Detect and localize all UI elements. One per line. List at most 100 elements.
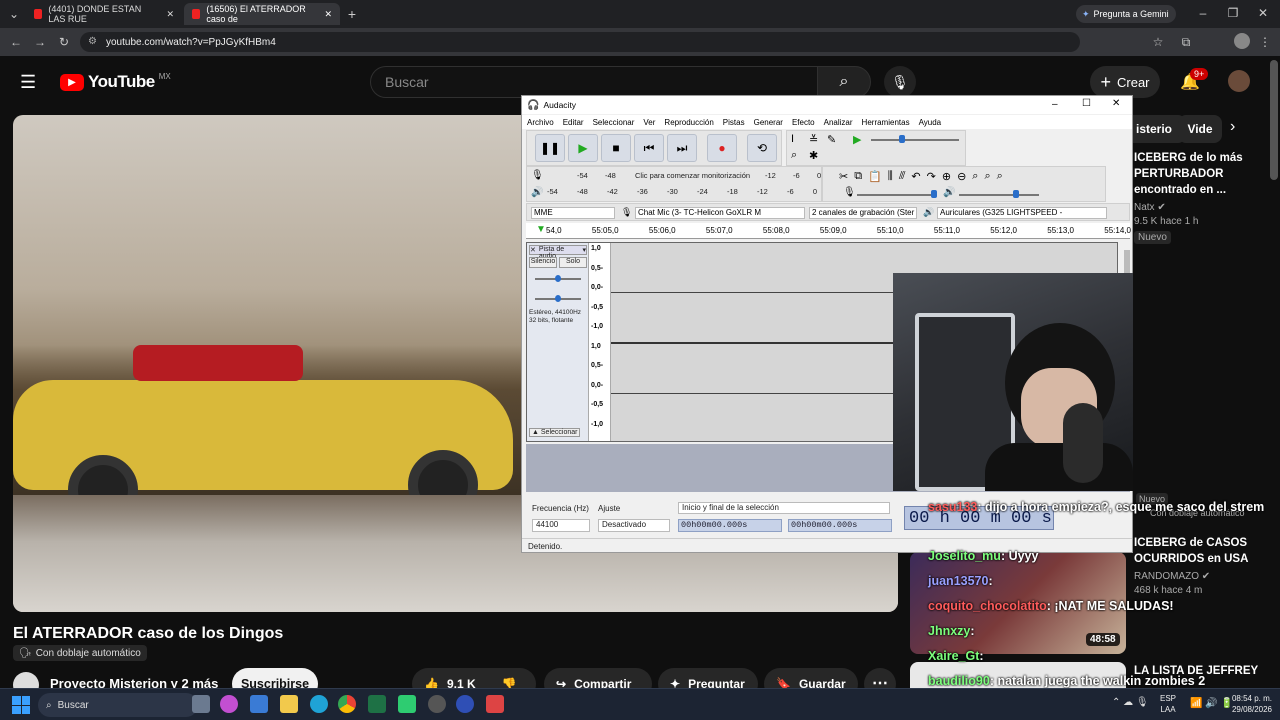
silence-icon[interactable]: ⫻: [899, 170, 906, 183]
play-volume-thumb[interactable]: [1013, 190, 1019, 198]
menu-analizar[interactable]: Analizar: [824, 118, 853, 127]
gemini-button[interactable]: ✦ Pregunta a Gemini: [1076, 5, 1176, 23]
track-menu-icon[interactable]: ▾: [582, 246, 586, 254]
copilot-icon[interactable]: [220, 695, 238, 713]
playback-device-select[interactable]: Auriculares (G325 LIGHTSPEED -: [937, 207, 1107, 219]
zoom-out-icon[interactable]: ⊖: [957, 170, 966, 183]
tray-icons[interactable]: ⌃ ☁ 🎙: [1112, 697, 1149, 708]
extensions-icon[interactable]: ⧉: [1178, 34, 1194, 50]
file-explorer-icon[interactable]: [280, 695, 298, 713]
menu-efecto[interactable]: Efecto: [792, 118, 815, 127]
play-speed-slider[interactable]: [871, 139, 959, 141]
start-icon[interactable]: [12, 696, 30, 714]
close-icon[interactable]: ✕: [530, 246, 536, 254]
play-button[interactable]: ▶: [568, 134, 598, 162]
reload-icon[interactable]: ↻: [56, 34, 72, 50]
selection-mode-select[interactable]: Inicio y final de la selección: [678, 502, 890, 514]
search-input[interactable]: Buscar: [370, 66, 818, 98]
host-select[interactable]: MME: [531, 207, 615, 219]
rec-volume-thumb[interactable]: [931, 190, 937, 198]
chip-videos[interactable]: Vide: [1178, 115, 1222, 143]
fit-selection-icon[interactable]: ⌕: [972, 170, 978, 183]
url-field[interactable]: ⚙ youtube.com/watch?v=PpJGyKfHBm4: [80, 32, 1080, 52]
menu-herramientas[interactable]: Herramientas: [862, 118, 910, 127]
chrome-icon[interactable]: [338, 695, 356, 713]
play-speed-thumb[interactable]: [899, 135, 905, 143]
loop-button[interactable]: ⟲: [747, 134, 777, 162]
copy-icon[interactable]: ⧉: [854, 170, 862, 183]
tab-1[interactable]: (4401) DONDE ESTAN LAS RUE ✕: [26, 3, 182, 25]
new-tab-icon[interactable]: +: [344, 6, 360, 22]
close-window-icon[interactable]: ✕: [1256, 6, 1270, 20]
zoom-toggle-icon[interactable]: ⌕: [997, 170, 1003, 183]
stop-button[interactable]: ■: [601, 134, 631, 162]
search-icon[interactable]: ⌕: [817, 66, 871, 98]
tab-list-icon[interactable]: ⌄: [6, 6, 22, 22]
record-button[interactable]: ●: [707, 134, 737, 162]
taskbar-search[interactable]: ⌕ Buscar: [38, 693, 198, 717]
chevron-right-icon[interactable]: ›: [1230, 118, 1235, 136]
fit-project-icon[interactable]: ⌕: [984, 170, 990, 183]
youtube-logo[interactable]: ▶ YouTube MX: [60, 72, 171, 92]
clock[interactable]: 08:54 p. m. 29/08/2026: [1226, 693, 1272, 715]
maximize-icon[interactable]: ☐: [1082, 98, 1091, 109]
monitor-hint[interactable]: Clic para comenzar monitorización: [635, 171, 750, 180]
close-icon[interactable]: ✕: [324, 9, 332, 20]
envelope-tool-icon[interactable]: ≚: [809, 133, 818, 146]
page-scrollbar[interactable]: [1270, 60, 1278, 180]
play-volume-icon[interactable]: 🔊: [943, 187, 955, 198]
selection-start-field[interactable]: 00h00m00.000s: [678, 519, 782, 532]
skip-end-button[interactable]: ⏭: [667, 134, 697, 162]
mute-button[interactable]: Silencio: [529, 257, 557, 268]
paste-icon[interactable]: 📋: [868, 170, 882, 183]
record-meter-icon[interactable]: 🎙: [531, 170, 544, 181]
auto-dub-chip[interactable]: 🗣 Con doblaje automático: [13, 645, 147, 661]
playback-meter-icon[interactable]: 🔊: [531, 187, 543, 198]
multi-tool-icon[interactable]: ✱: [809, 149, 818, 162]
mic-icon[interactable]: 🎙: [884, 66, 916, 98]
input-language[interactable]: ESP LAA: [1160, 693, 1176, 715]
zoom-tool-icon[interactable]: ⌕: [791, 149, 797, 162]
related-video-1[interactable]: ICEBERG de lo más PERTURBADOR encontrado…: [1134, 150, 1274, 245]
undo-icon[interactable]: ↶: [911, 170, 920, 183]
menu-ver[interactable]: Ver: [643, 118, 655, 127]
menu-generar[interactable]: Generar: [754, 118, 783, 127]
bookmark-icon[interactable]: ☆: [1150, 34, 1166, 50]
minimize-icon[interactable]: –: [1196, 6, 1210, 20]
pan-thumb[interactable]: [555, 295, 561, 302]
site-info-icon[interactable]: ⚙: [88, 36, 97, 47]
edge-icon[interactable]: [310, 695, 328, 713]
selection-end-field[interactable]: 00h00m00.000s: [788, 519, 892, 532]
profile-avatar[interactable]: [1234, 33, 1250, 49]
draw-tool-icon[interactable]: ✎: [827, 133, 836, 146]
excel-icon[interactable]: [368, 695, 386, 713]
close-icon[interactable]: ✕: [1112, 98, 1120, 109]
solo-button[interactable]: Solo: [559, 257, 587, 268]
menu-reproducción[interactable]: Reproducción: [664, 118, 713, 127]
record-channels-select[interactable]: 2 canales de grabación (Ster: [809, 207, 917, 219]
menu-archivo[interactable]: Archivo: [527, 118, 554, 127]
forward-icon[interactable]: →: [32, 34, 48, 50]
restore-icon[interactable]: ❐: [1226, 6, 1240, 20]
menu-ayuda[interactable]: Ayuda: [919, 118, 942, 127]
account-avatar[interactable]: [1228, 70, 1250, 92]
app-icon[interactable]: [486, 695, 504, 713]
rec-volume-slider[interactable]: [857, 194, 933, 196]
rate-select[interactable]: 44100: [532, 519, 590, 532]
collapse-icon[interactable]: ▲: [532, 429, 539, 436]
hamburger-icon[interactable]: ☰: [20, 72, 36, 93]
trim-icon[interactable]: ⫼: [888, 170, 893, 183]
audacity-taskbar-icon[interactable]: [456, 695, 474, 713]
menu-kebab-icon[interactable]: ⋮: [1258, 34, 1272, 50]
ruler-pin-icon[interactable]: ▼: [536, 224, 546, 235]
menu-pistas[interactable]: Pistas: [723, 118, 745, 127]
redo-icon[interactable]: ↷: [927, 170, 936, 183]
play-volume-slider[interactable]: [959, 194, 1039, 196]
store-icon[interactable]: [250, 695, 268, 713]
menu-seleccionar[interactable]: Seleccionar: [593, 118, 635, 127]
rec-volume-icon[interactable]: 🎙: [843, 187, 856, 198]
create-button[interactable]: + Crear: [1090, 66, 1160, 98]
zoom-in-icon[interactable]: ⊕: [942, 170, 951, 183]
select-track-button[interactable]: ▲ Seleccionar: [529, 428, 581, 437]
gain-thumb[interactable]: [555, 275, 561, 282]
